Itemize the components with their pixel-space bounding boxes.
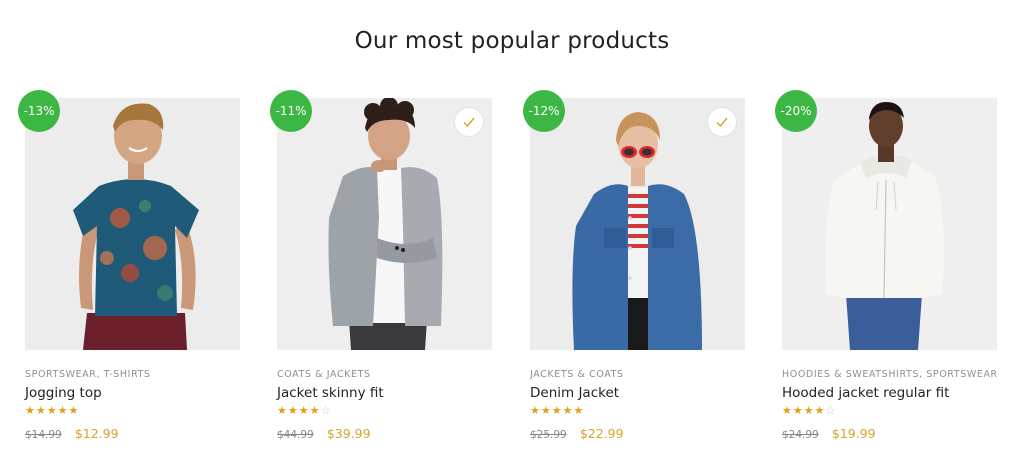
- category-separator: ,: [919, 369, 923, 380]
- discount-badge: -20%: [775, 90, 817, 132]
- old-price: $25.99: [530, 429, 567, 441]
- category-link[interactable]: HOODIES & SWEATSHIRTS: [782, 369, 919, 380]
- star-filled-icon: ★: [298, 404, 310, 417]
- product-photo-blazer-man: [277, 98, 492, 350]
- category-link[interactable]: JACKETS & COATS: [530, 369, 624, 380]
- sale-price: $12.99: [74, 426, 119, 441]
- star-filled-icon: ★: [573, 404, 585, 417]
- star-filled-icon: ★: [814, 404, 826, 417]
- star-filled-icon: ★: [277, 404, 288, 417]
- star-filled-icon: ★: [562, 404, 574, 417]
- star-rating-icons: ★★★★☆: [277, 404, 331, 417]
- star-rating-icons: ★★★★★: [530, 404, 584, 417]
- rating-stars: ★★★★☆: [277, 404, 331, 417]
- sale-price: $22.99: [579, 426, 624, 441]
- price-row: $24.99 $19.99: [782, 423, 876, 442]
- star-filled-icon: ★: [530, 404, 541, 417]
- star-filled-icon: ★: [551, 404, 563, 417]
- star-filled-icon: ★: [287, 404, 299, 417]
- old-price: $14.99: [25, 429, 62, 441]
- section-title: Our most popular products: [354, 28, 670, 54]
- product-name[interactable]: Hooded jacket regular fit: [782, 385, 1012, 401]
- checkmark-icon: [716, 117, 728, 128]
- wishlist-button[interactable]: [707, 107, 737, 137]
- product-categories: JACKETS & COATS: [530, 369, 760, 380]
- product-image[interactable]: [782, 98, 997, 350]
- checkmark-icon: [463, 117, 475, 128]
- discount-badge: -13%: [18, 90, 60, 132]
- product-photo-denim-woman: [530, 98, 745, 350]
- category-link[interactable]: T-SHIRTS: [104, 369, 151, 380]
- star-filled-icon: ★: [25, 404, 36, 417]
- product-image[interactable]: [530, 98, 745, 350]
- product-categories: COATS & JACKETS: [277, 369, 507, 380]
- star-filled-icon: ★: [68, 404, 80, 417]
- star-rating-icons: ★★★★☆: [782, 404, 836, 417]
- star-empty-icon: ☆: [320, 404, 332, 417]
- star-filled-icon: ★: [792, 404, 804, 417]
- star-filled-icon: ★: [803, 404, 815, 417]
- star-filled-icon: ★: [35, 404, 47, 417]
- product-image[interactable]: [277, 98, 492, 350]
- rating-stars: ★★★★★: [530, 404, 584, 417]
- product-photo-hoodie-man: [782, 98, 997, 350]
- product-photo-tshirt-man: [25, 98, 240, 350]
- price-row: $14.99 $12.99: [25, 423, 119, 442]
- star-rating-icons: ★★★★★: [25, 404, 79, 417]
- old-price: $44.99: [277, 429, 314, 441]
- product-card: -11% COATS & JACKETS Jacket skinny fit ★…: [270, 90, 492, 448]
- star-filled-icon: ★: [57, 404, 69, 417]
- star-filled-icon: ★: [46, 404, 58, 417]
- star-filled-icon: ★: [782, 404, 793, 417]
- product-categories: SPORTSWEAR, T-SHIRTS: [25, 369, 255, 380]
- category-link[interactable]: SPORTSWEAR: [25, 369, 96, 380]
- price-row: $44.99 $39.99: [277, 423, 371, 442]
- star-filled-icon: ★: [309, 404, 321, 417]
- product-card: -20% HOODIES & SWEATSHIRTS, SPORTSWEAR H…: [775, 90, 997, 448]
- product-image[interactable]: [25, 98, 240, 350]
- product-card: -13% SPORTSWEAR, T-SHIRTS Jogging top ★★…: [18, 90, 240, 448]
- category-separator: ,: [96, 369, 101, 380]
- product-categories: HOODIES & SWEATSHIRTS, SPORTSWEAR: [782, 369, 1012, 380]
- star-filled-icon: ★: [540, 404, 552, 417]
- sale-price: $19.99: [831, 426, 876, 441]
- rating-stars: ★★★★☆: [782, 404, 836, 417]
- product-name[interactable]: Denim Jacket: [530, 385, 760, 401]
- product-name[interactable]: Jogging top: [25, 385, 255, 401]
- old-price: $24.99: [782, 429, 819, 441]
- price-row: $25.99 $22.99: [530, 423, 624, 442]
- rating-stars: ★★★★★: [25, 404, 79, 417]
- category-link[interactable]: SPORTSWEAR: [926, 369, 997, 380]
- sale-price: $39.99: [326, 426, 371, 441]
- product-grid: -13% SPORTSWEAR, T-SHIRTS Jogging top ★★…: [18, 90, 999, 458]
- wishlist-button[interactable]: [454, 107, 484, 137]
- discount-badge: -11%: [270, 90, 312, 132]
- product-name[interactable]: Jacket skinny fit: [277, 385, 507, 401]
- product-card: -12% JACKETS & COATS Denim Jacket ★★★★★ …: [523, 90, 745, 448]
- category-link[interactable]: COATS & JACKETS: [277, 369, 371, 380]
- discount-badge: -12%: [523, 90, 565, 132]
- star-empty-icon: ☆: [825, 404, 837, 417]
